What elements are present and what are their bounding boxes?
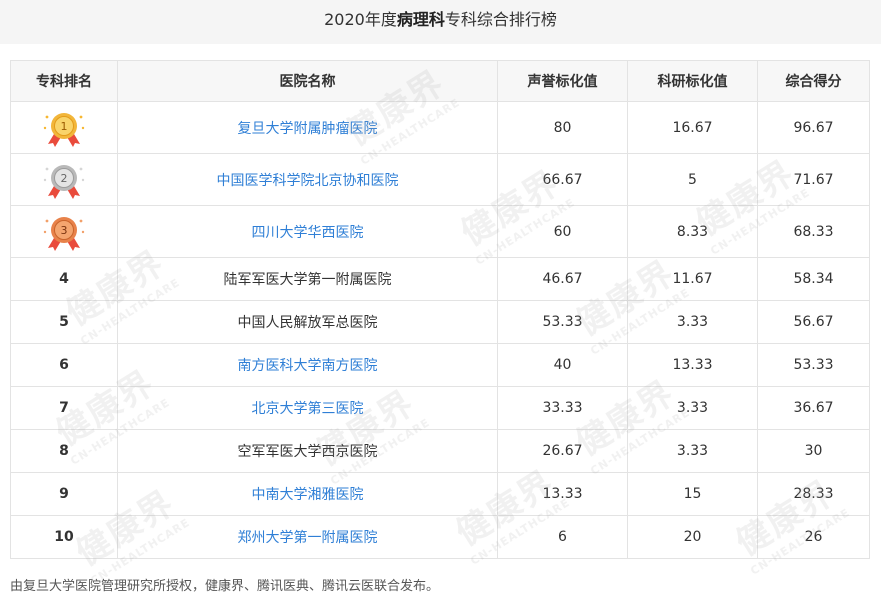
hospital-cell: 空军军医大学西京医院 — [117, 429, 498, 473]
title-suffix: 专科综合排行榜 — [444, 10, 557, 29]
hospital-cell[interactable]: 中国医学科学院北京协和医院 — [117, 153, 498, 206]
reputation-cell: 40 — [497, 343, 628, 387]
reputation-cell: 13.33 — [497, 472, 628, 516]
ranking-table-wrapper: 专科排名 医院名称 声誉标化值 科研标化值 综合得分 1 复旦大学附属肿瘤医院 … — [10, 60, 870, 588]
footer-note: 由复旦大学医院管理研究所授权，健康界、腾讯医典、腾讯云医联合发布。 — [10, 579, 440, 594]
rank-cell: 10 — [10, 515, 118, 559]
hospital-link[interactable]: 北京大学第三医院 — [252, 401, 364, 417]
medal-rank-label: 3 — [61, 224, 68, 237]
score-cell: 56.67 — [757, 300, 870, 344]
table-row: 4 陆军军医大学第一附属医院 46.67 11.67 58.34 — [10, 257, 870, 301]
rank-cell: 8 — [10, 429, 118, 473]
research-cell: 5 — [627, 153, 758, 206]
rank-cell: 1 — [10, 101, 118, 154]
hospital-link[interactable]: 南方医科大学南方医院 — [238, 358, 378, 374]
score-cell: 30 — [757, 429, 870, 473]
hospital-link[interactable]: 中南大学湘雅医院 — [252, 487, 364, 503]
title-prefix: 2020年度 — [324, 10, 397, 29]
rank-cell: 4 — [10, 257, 118, 301]
rank-cell: 9 — [10, 472, 118, 516]
hospital-link[interactable]: 中国医学科学院北京协和医院 — [217, 173, 399, 189]
score-cell: 71.67 — [757, 153, 870, 206]
ranking-table: 专科排名 医院名称 声誉标化值 科研标化值 综合得分 1 复旦大学附属肿瘤医院 … — [10, 60, 870, 559]
rank-cell: 7 — [10, 386, 118, 430]
medal-rank-label: 1 — [61, 120, 68, 133]
header-research: 科研标化值 — [627, 60, 758, 102]
research-cell: 16.67 — [627, 101, 758, 154]
reputation-cell: 33.33 — [497, 386, 628, 430]
bronze-medal-icon: 3 — [43, 216, 85, 251]
title-specialty: 病理科 — [396, 10, 445, 29]
medal-rank-label: 2 — [61, 172, 68, 185]
hospital-cell: 中国人民解放军总医院 — [117, 300, 498, 344]
table-header-row: 专科排名 医院名称 声誉标化值 科研标化值 综合得分 — [10, 60, 870, 102]
table-row: 10 郑州大学第一附属医院 6 20 26 — [10, 515, 870, 559]
rank-cell: 3 — [10, 205, 118, 258]
score-cell: 26 — [757, 515, 870, 559]
score-cell: 96.67 — [757, 101, 870, 154]
reputation-cell: 60 — [497, 205, 628, 258]
research-cell: 3.33 — [627, 386, 758, 430]
score-cell: 53.33 — [757, 343, 870, 387]
hospital-link[interactable]: 郑州大学第一附属医院 — [238, 530, 378, 546]
hospital-cell[interactable]: 四川大学华西医院 — [117, 205, 498, 258]
research-cell: 11.67 — [627, 257, 758, 301]
score-cell: 28.33 — [757, 472, 870, 516]
header-rank: 专科排名 — [10, 60, 118, 102]
reputation-cell: 26.67 — [497, 429, 628, 473]
hospital-cell[interactable]: 北京大学第三医院 — [117, 386, 498, 430]
score-cell: 58.34 — [757, 257, 870, 301]
hospital-cell[interactable]: 复旦大学附属肿瘤医院 — [117, 101, 498, 154]
hospital-link[interactable]: 复旦大学附属肿瘤医院 — [238, 121, 378, 137]
page-title: 2020年度病理科专科综合排行榜 — [0, 0, 881, 44]
hospital-cell: 陆军军医大学第一附属医院 — [117, 257, 498, 301]
table-row: 2 中国医学科学院北京协和医院 66.67 5 71.67 — [10, 153, 870, 206]
table-row: 3 四川大学华西医院 60 8.33 68.33 — [10, 205, 870, 258]
research-cell: 8.33 — [627, 205, 758, 258]
header-score: 综合得分 — [757, 60, 870, 102]
reputation-cell: 66.67 — [497, 153, 628, 206]
gold-medal-icon: 1 — [43, 112, 85, 147]
score-cell: 68.33 — [757, 205, 870, 258]
research-cell: 13.33 — [627, 343, 758, 387]
table-row: 5 中国人民解放军总医院 53.33 3.33 56.67 — [10, 300, 870, 344]
score-cell: 36.67 — [757, 386, 870, 430]
hospital-cell[interactable]: 南方医科大学南方医院 — [117, 343, 498, 387]
hospital-cell[interactable]: 郑州大学第一附属医院 — [117, 515, 498, 559]
rank-cell: 6 — [10, 343, 118, 387]
header-reputation: 声誉标化值 — [497, 60, 628, 102]
reputation-cell: 6 — [497, 515, 628, 559]
reputation-cell: 53.33 — [497, 300, 628, 344]
table-row: 1 复旦大学附属肿瘤医院 80 16.67 96.67 — [10, 101, 870, 154]
table-row: 9 中南大学湘雅医院 13.33 15 28.33 — [10, 472, 870, 516]
silver-medal-icon: 2 — [43, 164, 85, 199]
table-row: 7 北京大学第三医院 33.33 3.33 36.67 — [10, 386, 870, 430]
table-row: 6 南方医科大学南方医院 40 13.33 53.33 — [10, 343, 870, 387]
rank-cell: 2 — [10, 153, 118, 206]
research-cell: 20 — [627, 515, 758, 559]
reputation-cell: 46.67 — [497, 257, 628, 301]
reputation-cell: 80 — [497, 101, 628, 154]
research-cell: 3.33 — [627, 300, 758, 344]
table-row: 8 空军军医大学西京医院 26.67 3.33 30 — [10, 429, 870, 473]
research-cell: 3.33 — [627, 429, 758, 473]
rank-cell: 5 — [10, 300, 118, 344]
header-hospital: 医院名称 — [117, 60, 498, 102]
hospital-link[interactable]: 四川大学华西医院 — [252, 225, 364, 241]
research-cell: 15 — [627, 472, 758, 516]
hospital-cell[interactable]: 中南大学湘雅医院 — [117, 472, 498, 516]
